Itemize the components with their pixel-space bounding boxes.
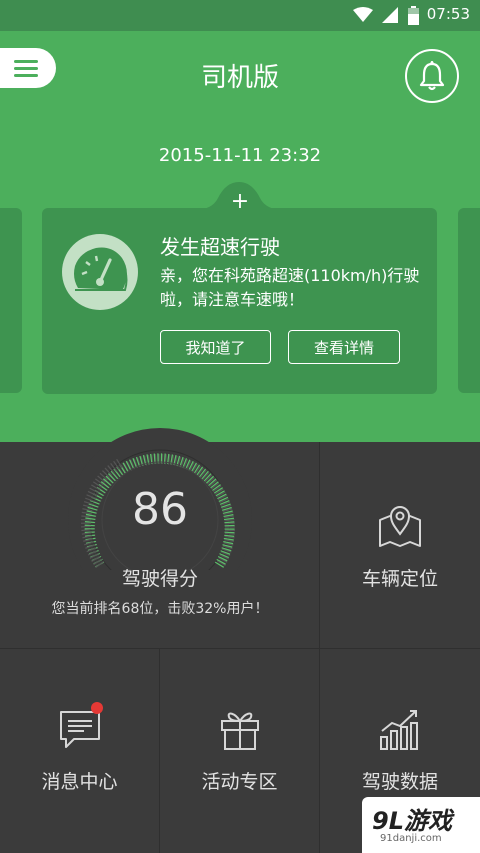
- score-rank: 您当前排名68位，击败32%用户！: [51, 601, 269, 617]
- promotions-tile[interactable]: 活动专区: [160, 649, 319, 853]
- message-center-label: 消息中心: [41, 771, 118, 793]
- next-card[interactable]: [458, 208, 480, 393]
- signal-icon: [382, 7, 398, 23]
- status-time: 07:53: [426, 5, 470, 23]
- score-label: 驾驶得分: [121, 568, 198, 590]
- driving-score-tile[interactable]: 86 驾驶得分 您当前排名68位，击败32%用户！: [0, 428, 320, 648]
- bell-icon: [419, 61, 445, 91]
- battery-icon: [408, 6, 419, 25]
- site-watermark: 9L游戏 91danji.com: [362, 797, 480, 853]
- acknowledge-button[interactable]: 我知道了: [160, 330, 271, 364]
- unread-badge: [91, 702, 103, 714]
- notifications-button[interactable]: [405, 49, 459, 103]
- message-icon: [60, 711, 100, 748]
- gift-icon: [221, 712, 259, 750]
- wifi-icon: [353, 7, 373, 22]
- alert-title: 发生超速行驶: [160, 235, 280, 259]
- feature-grid: 86 驾驶得分 您当前排名68位，击败32%用户！ 车辆定位 消息中心 活动专区…: [0, 428, 480, 853]
- bar-chart-icon: [380, 710, 418, 750]
- add-icon[interactable]: +: [230, 191, 250, 213]
- view-details-button[interactable]: 查看详情: [288, 330, 400, 364]
- watermark-url: 91danji.com: [380, 833, 442, 844]
- speeding-alert-card: + 发生超速行驶 亲，您在科苑路超速(110km/h)行驶啦，请注意车速哦！ 我…: [42, 182, 437, 394]
- alert-message: 亲，您在科苑路超速(110km/h)行驶啦，请注意车速哦！: [160, 266, 420, 309]
- promotions-label: 活动专区: [201, 771, 278, 793]
- watermark-brand: 9L游戏: [372, 807, 452, 835]
- vehicle-location-label: 车辆定位: [361, 568, 438, 590]
- map-pin-icon: [379, 506, 421, 547]
- notice-datetime: 2015-11-11 23:32: [158, 145, 322, 166]
- score-value: 86: [132, 484, 188, 535]
- driving-data-label: 驾驶数据: [361, 771, 438, 793]
- header-area: 司机版 2015-11-11 23:32 + 发生超速行驶 亲，您在科苑路超速(…: [0, 31, 480, 442]
- previous-card[interactable]: [0, 208, 22, 393]
- speedometer-icon: [62, 234, 138, 310]
- message-center-tile[interactable]: 消息中心: [0, 649, 159, 853]
- vehicle-location-tile[interactable]: 车辆定位: [320, 442, 480, 648]
- status-bar: 07:53: [0, 0, 480, 31]
